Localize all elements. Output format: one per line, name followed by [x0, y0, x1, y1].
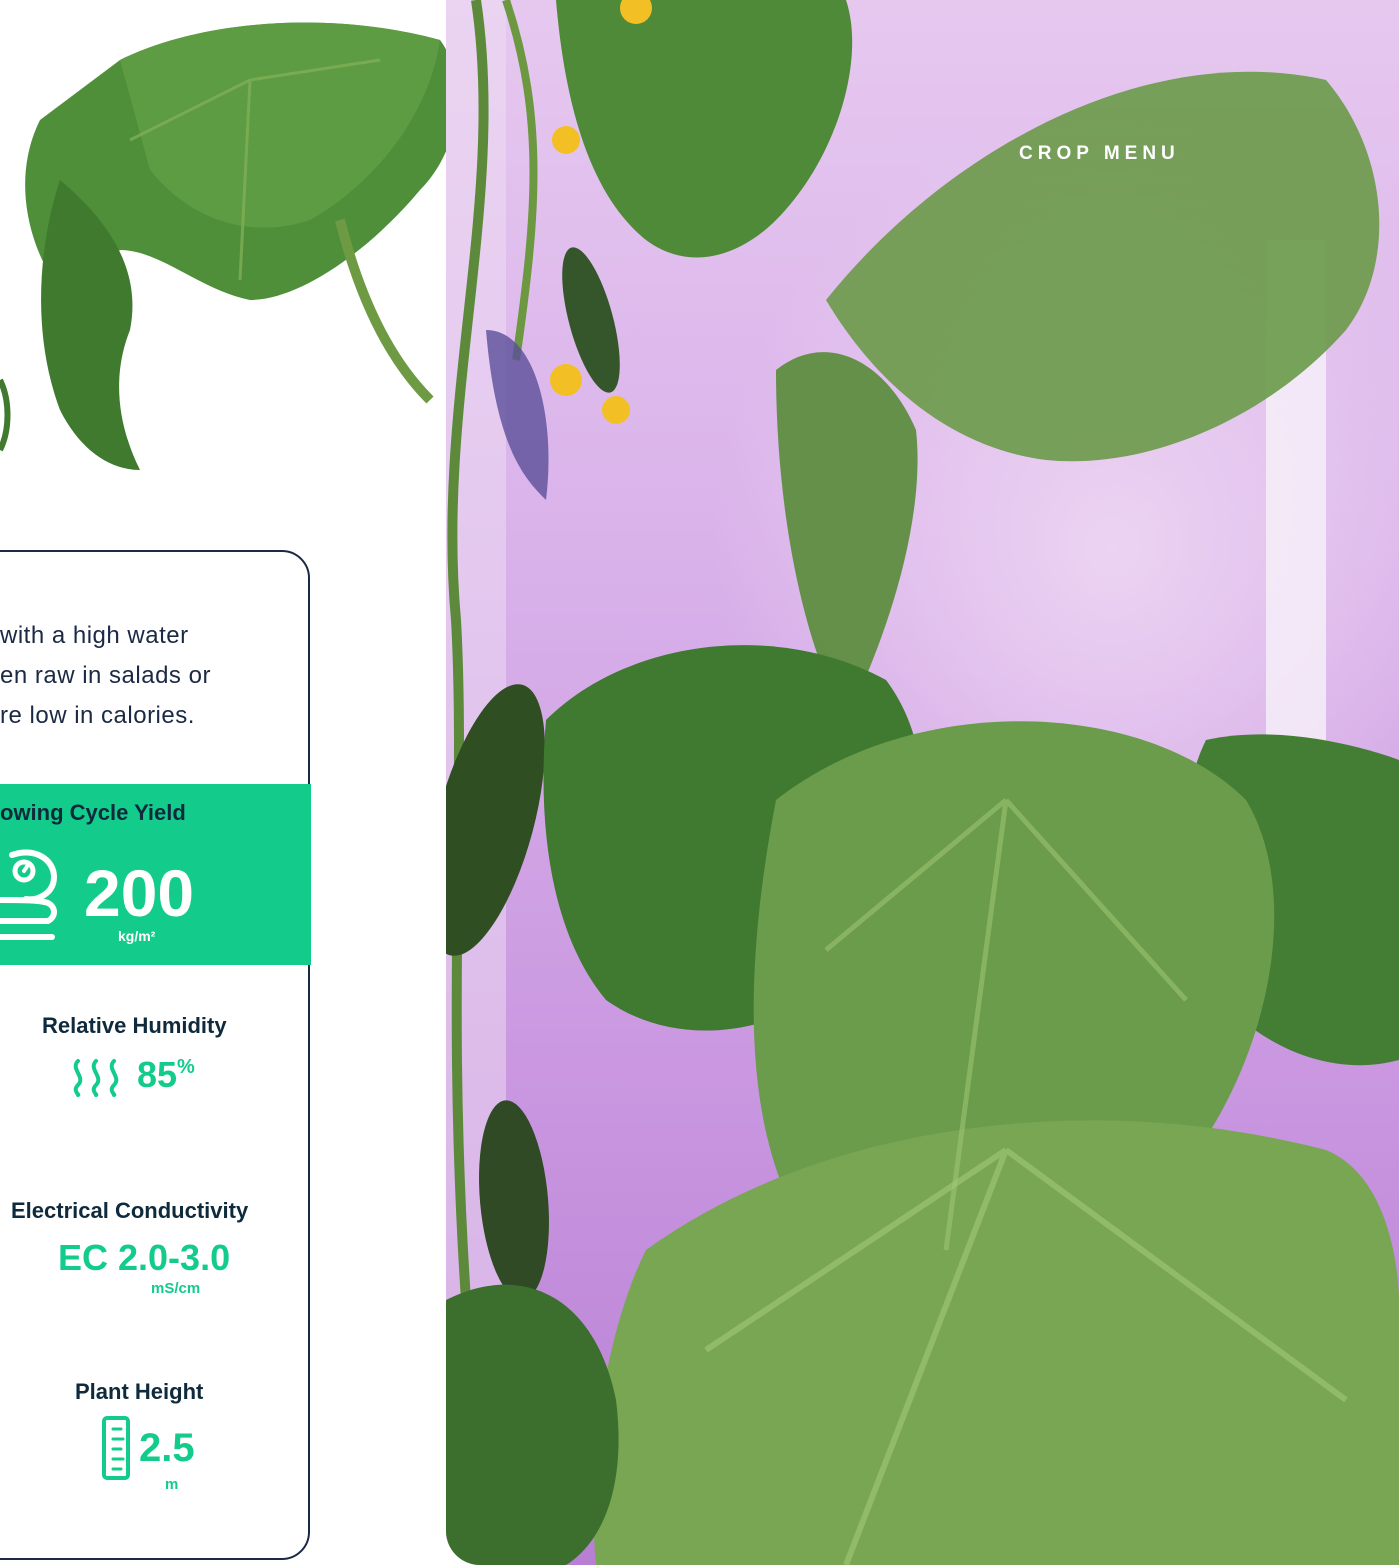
description-line: re low in calories.	[0, 702, 195, 729]
description-line: en raw in salads or	[0, 662, 211, 689]
scale-icon	[0, 849, 58, 940]
height-label: Plant Height	[75, 1379, 204, 1404]
humidity-value: 85%	[137, 1054, 195, 1096]
crop-menu-link[interactable]: CROP MENU	[1019, 143, 1180, 165]
crop-description: with a high water en raw in salads or re…	[0, 616, 300, 736]
humidity-unit: %	[177, 1056, 195, 1078]
cucumber-leaves-image	[0, 22, 458, 470]
height-unit: m	[165, 1476, 179, 1493]
conductivity-unit: mS/cm	[151, 1280, 201, 1297]
humidity-label: Relative Humidity	[42, 1013, 227, 1038]
ruler-icon	[102, 1416, 130, 1480]
yield-value: 200	[84, 856, 195, 930]
conductivity-value: EC 2.0-3.0	[58, 1237, 231, 1278]
conductivity-label: Electrical Conductivity	[11, 1198, 249, 1223]
humidity-waves-icon	[73, 1059, 119, 1097]
description-line: with a high water	[0, 622, 189, 649]
yield-label: owing Cycle Yield	[0, 800, 186, 825]
height-value: 2.5	[139, 1426, 195, 1470]
cucumber-plant-photo	[446, 0, 1399, 1565]
yield-unit: kg/m²	[118, 928, 156, 944]
humidity-number: 85	[137, 1054, 178, 1095]
